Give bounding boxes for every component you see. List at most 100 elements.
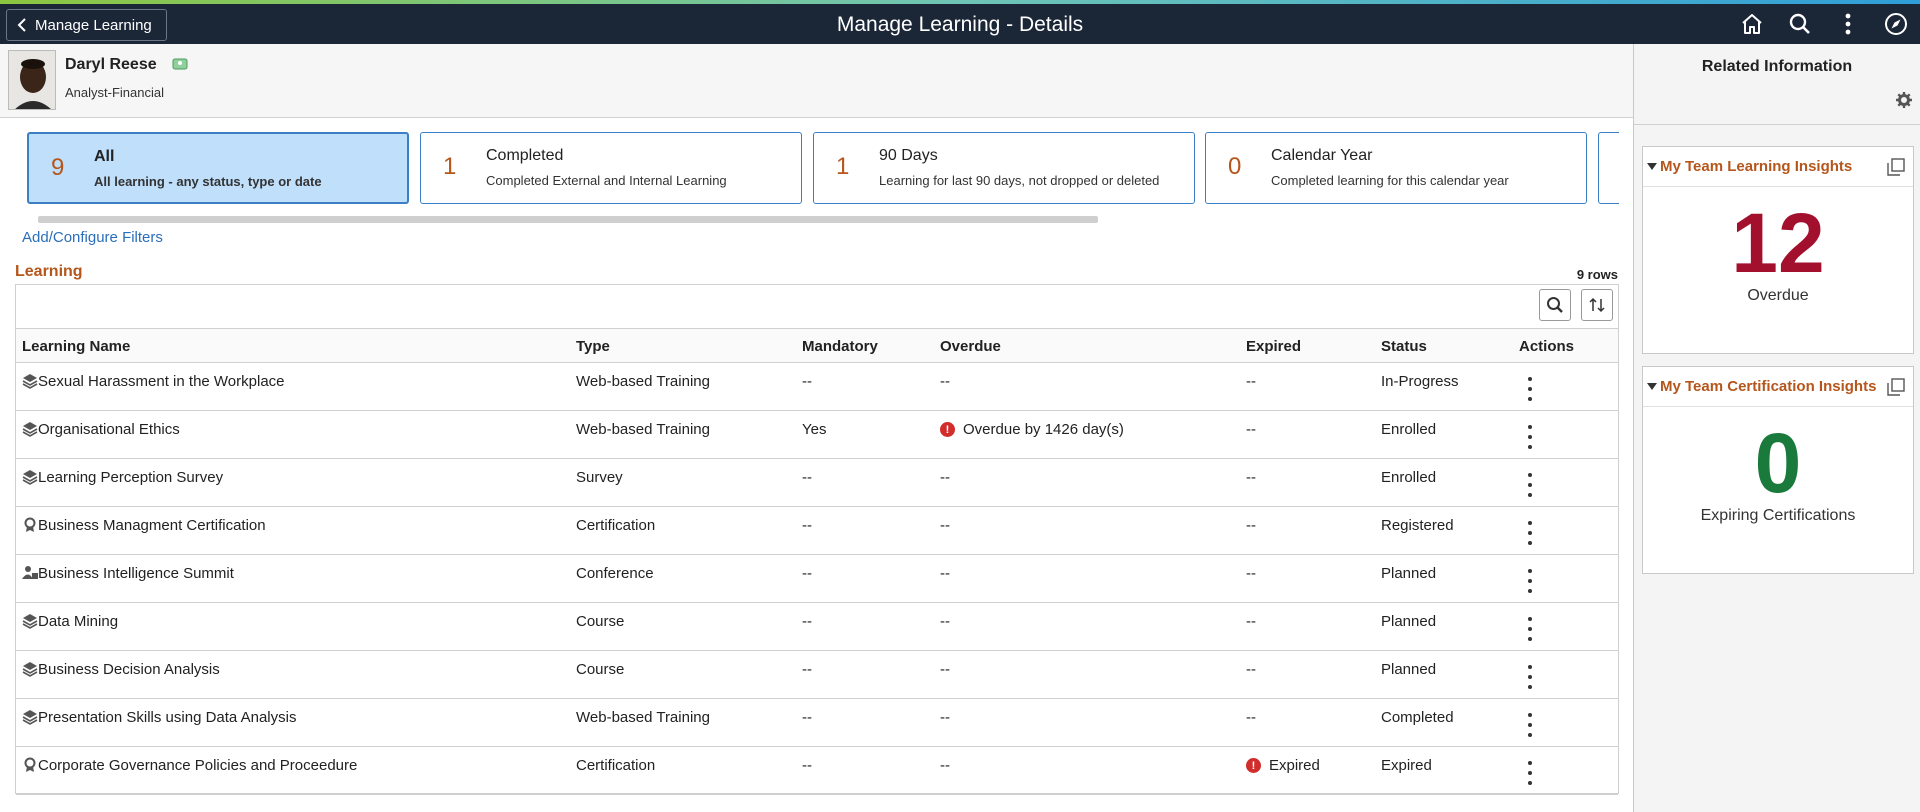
overdue-cell: -- [940,613,950,630]
add-configure-filters-link[interactable]: Add/Configure Filters [22,229,163,246]
related-info-title: Related Information [1701,58,1853,75]
mandatory-cell: -- [802,469,812,486]
table-row[interactable]: Business Managment Certification Certific… [16,507,1618,555]
table-row[interactable]: Data Mining Course -- -- -- Planned [16,603,1618,651]
type-cell: Certification [576,757,656,774]
conference-icon [22,565,38,586]
filter-tiles: 9 All All learning - any status, type or… [27,132,1619,204]
tile-description: Completed External and Internal Learning [486,173,727,188]
table-row[interactable]: Organisational Ethics Web-based Training Y… [16,411,1618,459]
section-title: Learning [15,263,83,280]
overdue-cell: -- [940,565,950,582]
learning-name-cell[interactable]: Presentation Skills using Data Analysis [38,709,296,726]
expired-cell: -- [1246,613,1256,630]
expired-cell: -- [1246,421,1256,438]
card-header[interactable]: My Team Certification Insights [1643,367,1913,407]
card-title: My Team Certification Insights [1660,378,1877,395]
grid-toolbar [16,285,1618,329]
tile-description: Completed learning for this calendar yea… [1271,173,1509,188]
table-row[interactable]: Learning Perception Survey Survey -- -- -- En… [16,459,1618,507]
related-information-panel: Related Information My Team Learning Ins… [1633,44,1920,812]
row-actions-button[interactable] [1520,521,1540,545]
type-cell: Course [576,613,625,630]
tile-description: All learning - any status, type or date [94,174,322,189]
home-icon[interactable] [1728,4,1776,44]
error-icon: ! [940,422,955,437]
row-actions-button[interactable] [1520,665,1540,689]
tile-title: Calendar Year [1271,147,1373,164]
expired-cell: -- [1246,517,1256,534]
learning-name-cell[interactable]: Organisational Ethics [38,421,180,438]
status-cell: Registered [1381,517,1454,534]
tile-calendar-year[interactable]: 0 Calendar Year Completed learning for t… [1205,132,1587,204]
learning-name-cell[interactable]: Business Decision Analysis [38,661,220,678]
learning-name-cell[interactable]: Data Mining [38,613,118,630]
row-actions-button[interactable] [1520,425,1540,449]
col-expired[interactable]: Expired [1246,338,1301,355]
overdue-cell: -- [940,709,950,726]
table-row[interactable]: Corporate Governance Policies and Procee… [16,747,1618,795]
person-banner: Daryl Reese Analyst-Financial [0,44,1633,118]
divider [1634,124,1920,125]
grid-sort-button[interactable] [1581,289,1613,321]
overdue-cell: ! Overdue by 1426 day(s) [940,421,1124,438]
gear-icon[interactable] [1896,92,1912,113]
rows-count: 9 rows [1576,267,1618,282]
tile-next-partial[interactable] [1598,132,1619,204]
expand-icon[interactable] [1887,378,1905,401]
expiring-certifications-count[interactable]: 0 [1643,421,1913,505]
row-actions-button[interactable] [1520,761,1540,785]
col-learning-name[interactable]: Learning Name [22,338,130,355]
person-job-title: Analyst-Financial [65,85,164,100]
learning-name-cell[interactable]: Sexual Harassment in the Workplace [38,373,285,390]
tile-all[interactable]: 9 All All learning - any status, type or… [27,132,409,204]
table-row[interactable]: Business Intelligence Summit Conference --… [16,555,1618,603]
table-row[interactable]: Presentation Skills using Data Analysis W… [16,699,1618,747]
card-header[interactable]: My Team Learning Insights [1643,147,1913,187]
grid-search-button[interactable] [1539,289,1571,321]
navbar-icon[interactable] [1872,4,1920,44]
table-row[interactable]: Sexual Harassment in the Workplace Web-ba… [16,363,1618,411]
col-status[interactable]: Status [1381,338,1427,355]
row-actions-button[interactable] [1520,713,1540,737]
learning-name-cell[interactable]: Business Intelligence Summit [38,565,234,582]
search-icon[interactable] [1776,4,1824,44]
status-cell: Completed [1381,709,1454,726]
status-cell: Planned [1381,661,1437,678]
tile-completed[interactable]: 1 Completed Completed External and Inter… [420,132,802,204]
expired-cell: -- [1246,661,1256,678]
stack-icon [22,373,38,394]
learning-insights-card: My Team Learning Insights 12 Overdue [1642,146,1914,354]
learning-name-cell[interactable]: Business Managment Certification [38,517,266,534]
overdue-cell: -- [940,661,950,678]
overdue-cell: -- [940,517,950,534]
col-mandatory[interactable]: Mandatory [802,338,878,355]
row-actions-button[interactable] [1520,617,1540,641]
expired-cell: -- [1246,373,1256,390]
row-actions-button[interactable] [1520,569,1540,593]
ribbon-icon [22,757,38,778]
status-cell: Expired [1381,757,1432,774]
table-row[interactable]: Business Decision Analysis Course -- -- -- Pl… [16,651,1618,699]
col-type[interactable]: Type [576,338,610,355]
stack-icon [22,709,38,730]
tiles-scrollbar[interactable] [38,216,1098,223]
row-actions-button[interactable] [1520,377,1540,401]
tile-description: Learning for last 90 days, not dropped o… [879,173,1160,188]
row-actions-button[interactable] [1520,473,1540,497]
error-icon: ! [1246,758,1261,773]
tile-title: All [94,148,115,165]
caret-down-icon [1647,163,1657,170]
expired-text: Expired [1269,757,1320,774]
col-overdue[interactable]: Overdue [940,338,1001,355]
more-icon[interactable] [1824,4,1872,44]
status-cell: Enrolled [1381,421,1437,438]
overdue-count[interactable]: 12 [1643,201,1913,285]
learning-name-cell[interactable]: Learning Perception Survey [38,469,223,486]
type-cell: Web-based Training [576,373,710,390]
tile-90-days[interactable]: 1 90 Days Learning for last 90 days, not… [813,132,1195,204]
learning-name-cell[interactable]: Corporate Governance Policies and Procee… [38,757,357,774]
status-cell: In-Progress [1381,373,1459,390]
mandatory-cell: -- [802,565,812,582]
expand-icon[interactable] [1887,158,1905,181]
